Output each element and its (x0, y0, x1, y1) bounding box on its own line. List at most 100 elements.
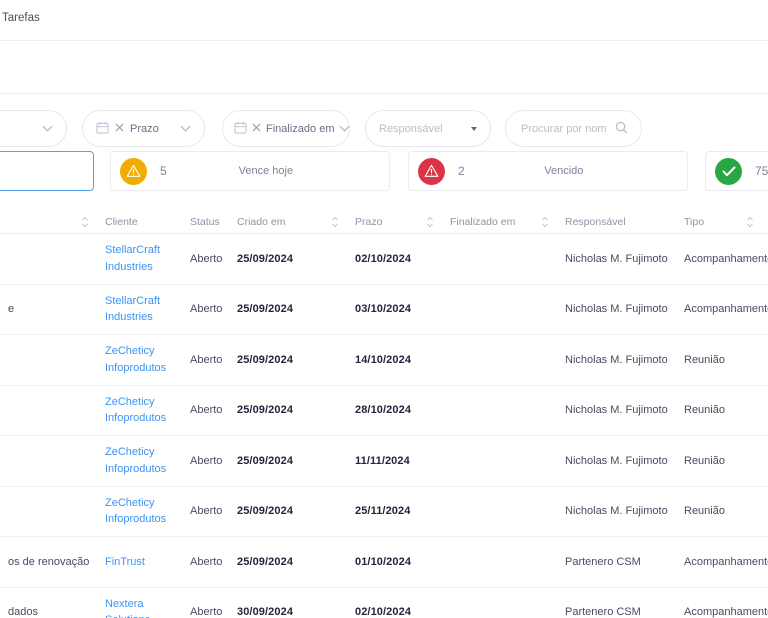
responsible-cell: Partenero CSM (565, 606, 641, 618)
sort-icon[interactable] (426, 216, 434, 228)
col-criado-em[interactable]: Criado em (229, 216, 347, 228)
client-link[interactable]: ZeCheticy Infoprodutos (97, 394, 182, 427)
status-cell: Aberto (190, 353, 223, 366)
card-count: 5 (160, 164, 167, 178)
type-cell: Acompanhamento (684, 555, 768, 568)
table-row[interactable]: StellarCraft Industries Aberto 25/09/202… (0, 234, 768, 285)
status-cell: Aberto (190, 252, 223, 265)
table-row[interactable]: os de renovação FinTrust Aberto 25/09/20… (0, 537, 768, 588)
task-name: os de renovação (8, 555, 90, 568)
table-row[interactable]: ZeCheticy Infoprodutos Aberto 25/09/2024… (0, 335, 768, 386)
col-prazo[interactable]: Prazo (347, 216, 442, 228)
created-cell: 30/09/2024 (237, 606, 294, 618)
warning-triangle-icon (418, 157, 445, 185)
type-cell: Reunião (684, 353, 725, 366)
client-link[interactable]: ZeCheticy Infoprodutos (97, 444, 182, 477)
type-cell: Reunião (684, 454, 725, 467)
card-count: 2 (458, 164, 465, 178)
clear-filter-icon[interactable] (252, 122, 261, 135)
client-link[interactable]: ZeCheticy Infoprodutos (97, 495, 182, 528)
select-placeholder: Responsável (379, 122, 443, 135)
col-cliente: Cliente (105, 215, 138, 228)
table-row[interactable]: e StellarCraft Industries Aberto 25/09/2… (0, 285, 768, 335)
sort-icon[interactable] (81, 216, 89, 228)
created-cell: 25/09/2024 (237, 555, 294, 568)
search-input[interactable] (519, 121, 609, 136)
due-cell: 03/10/2024 (355, 303, 412, 316)
status-cell: Aberto (190, 303, 223, 316)
responsible-cell: Nicholas M. Fujimoto (565, 252, 668, 265)
created-cell: 25/09/2024 (237, 505, 294, 518)
due-cell: 01/10/2024 (355, 555, 412, 568)
client-link[interactable]: ZeCheticy Infoprodutos (97, 343, 182, 376)
status-cell: Aberto (190, 606, 223, 618)
check-icon (715, 157, 742, 185)
table-row[interactable]: ZeCheticy Infoprodutos Aberto 25/09/2024… (0, 487, 768, 537)
responsible-cell: Nicholas M. Fujimoto (565, 353, 668, 366)
type-cell: Acompanhamento (684, 606, 768, 618)
status-cell: Aberto (190, 555, 223, 568)
filter-label: Finalizado em (266, 122, 335, 135)
calendar-icon (96, 121, 109, 137)
col-name[interactable] (0, 216, 97, 228)
tasks-table: Cliente Status Criado em Prazo Finalizad… (0, 210, 768, 618)
type-cell: Acompanhamento (684, 252, 768, 265)
due-cell: 14/10/2024 (355, 353, 412, 366)
clear-filter-icon[interactable] (115, 122, 124, 135)
col-finalizado-em[interactable]: Finalizado em (442, 216, 557, 228)
client-link[interactable]: StellarCraft Industries (97, 242, 182, 275)
chevron-down-icon[interactable] (180, 123, 191, 135)
type-cell: Reunião (684, 505, 725, 518)
table-row[interactable]: ZeCheticy Infoprodutos Aberto 25/09/2024… (0, 386, 768, 436)
type-cell: Acompanhamento (684, 303, 768, 316)
search-pill[interactable] (505, 110, 642, 147)
due-cell: 11/11/2024 (355, 454, 410, 467)
col-tipo[interactable]: Tipo (676, 216, 768, 228)
divider (0, 40, 768, 41)
summary-card-finalizado[interactable]: 75 (705, 151, 768, 191)
responsible-cell: Partenero CSM (565, 555, 641, 568)
task-name: e (8, 303, 15, 316)
sort-icon[interactable] (331, 216, 339, 228)
sort-icon[interactable] (541, 216, 549, 228)
table-row[interactable]: dados Nextera Solutions Aberto 30/09/202… (0, 588, 768, 618)
created-cell: 25/09/2024 (237, 454, 294, 467)
warning-triangle-icon (120, 157, 147, 185)
col-responsavel: Responsável (565, 215, 626, 228)
task-name: dados (8, 606, 38, 618)
client-link[interactable]: FinTrust (97, 554, 182, 571)
divider (0, 93, 768, 94)
created-cell: 25/09/2024 (237, 404, 294, 417)
responsible-cell: Nicholas M. Fujimoto (565, 303, 668, 316)
responsible-cell: Nicholas M. Fujimoto (565, 454, 668, 467)
filter-pill-finalizado[interactable]: Finalizado em (222, 110, 351, 147)
summary-card-vence-hoje[interactable]: 5 Vence hoje (110, 151, 390, 191)
summary-card-vencido[interactable]: 2 Vencido (408, 151, 688, 191)
col-status: Status (190, 215, 220, 228)
status-cell: Aberto (190, 454, 223, 467)
calendar-icon (234, 121, 247, 137)
created-cell: 25/09/2024 (237, 252, 294, 265)
page-title: Tarefas (2, 12, 40, 24)
status-cell: Aberto (190, 505, 223, 518)
type-cell: Reunião (684, 404, 725, 417)
status-cell: Aberto (190, 404, 223, 417)
responsible-cell: Nicholas M. Fujimoto (565, 404, 668, 417)
chevron-down-icon[interactable] (339, 123, 351, 135)
responsavel-select[interactable]: Responsável (365, 110, 491, 147)
filter-pill-partial[interactable] (0, 110, 67, 147)
card-count: 75 (755, 164, 768, 178)
client-link[interactable]: StellarCraft Industries (97, 293, 182, 326)
chevron-down-icon[interactable] (42, 125, 53, 132)
search-icon[interactable] (615, 121, 628, 137)
table-row[interactable]: ZeCheticy Infoprodutos Aberto 25/09/2024… (0, 436, 768, 487)
filter-pill-prazo[interactable]: Prazo (82, 110, 205, 147)
table-header: Cliente Status Criado em Prazo Finalizad… (0, 210, 768, 234)
responsible-cell: Nicholas M. Fujimoto (565, 505, 668, 518)
filter-label: Prazo (130, 122, 159, 135)
summary-card-selected[interactable] (0, 151, 94, 191)
client-link[interactable]: Nextera Solutions (97, 596, 182, 618)
due-cell: 28/10/2024 (355, 404, 412, 417)
sort-icon[interactable] (746, 216, 754, 228)
due-cell: 02/10/2024 (355, 252, 412, 265)
